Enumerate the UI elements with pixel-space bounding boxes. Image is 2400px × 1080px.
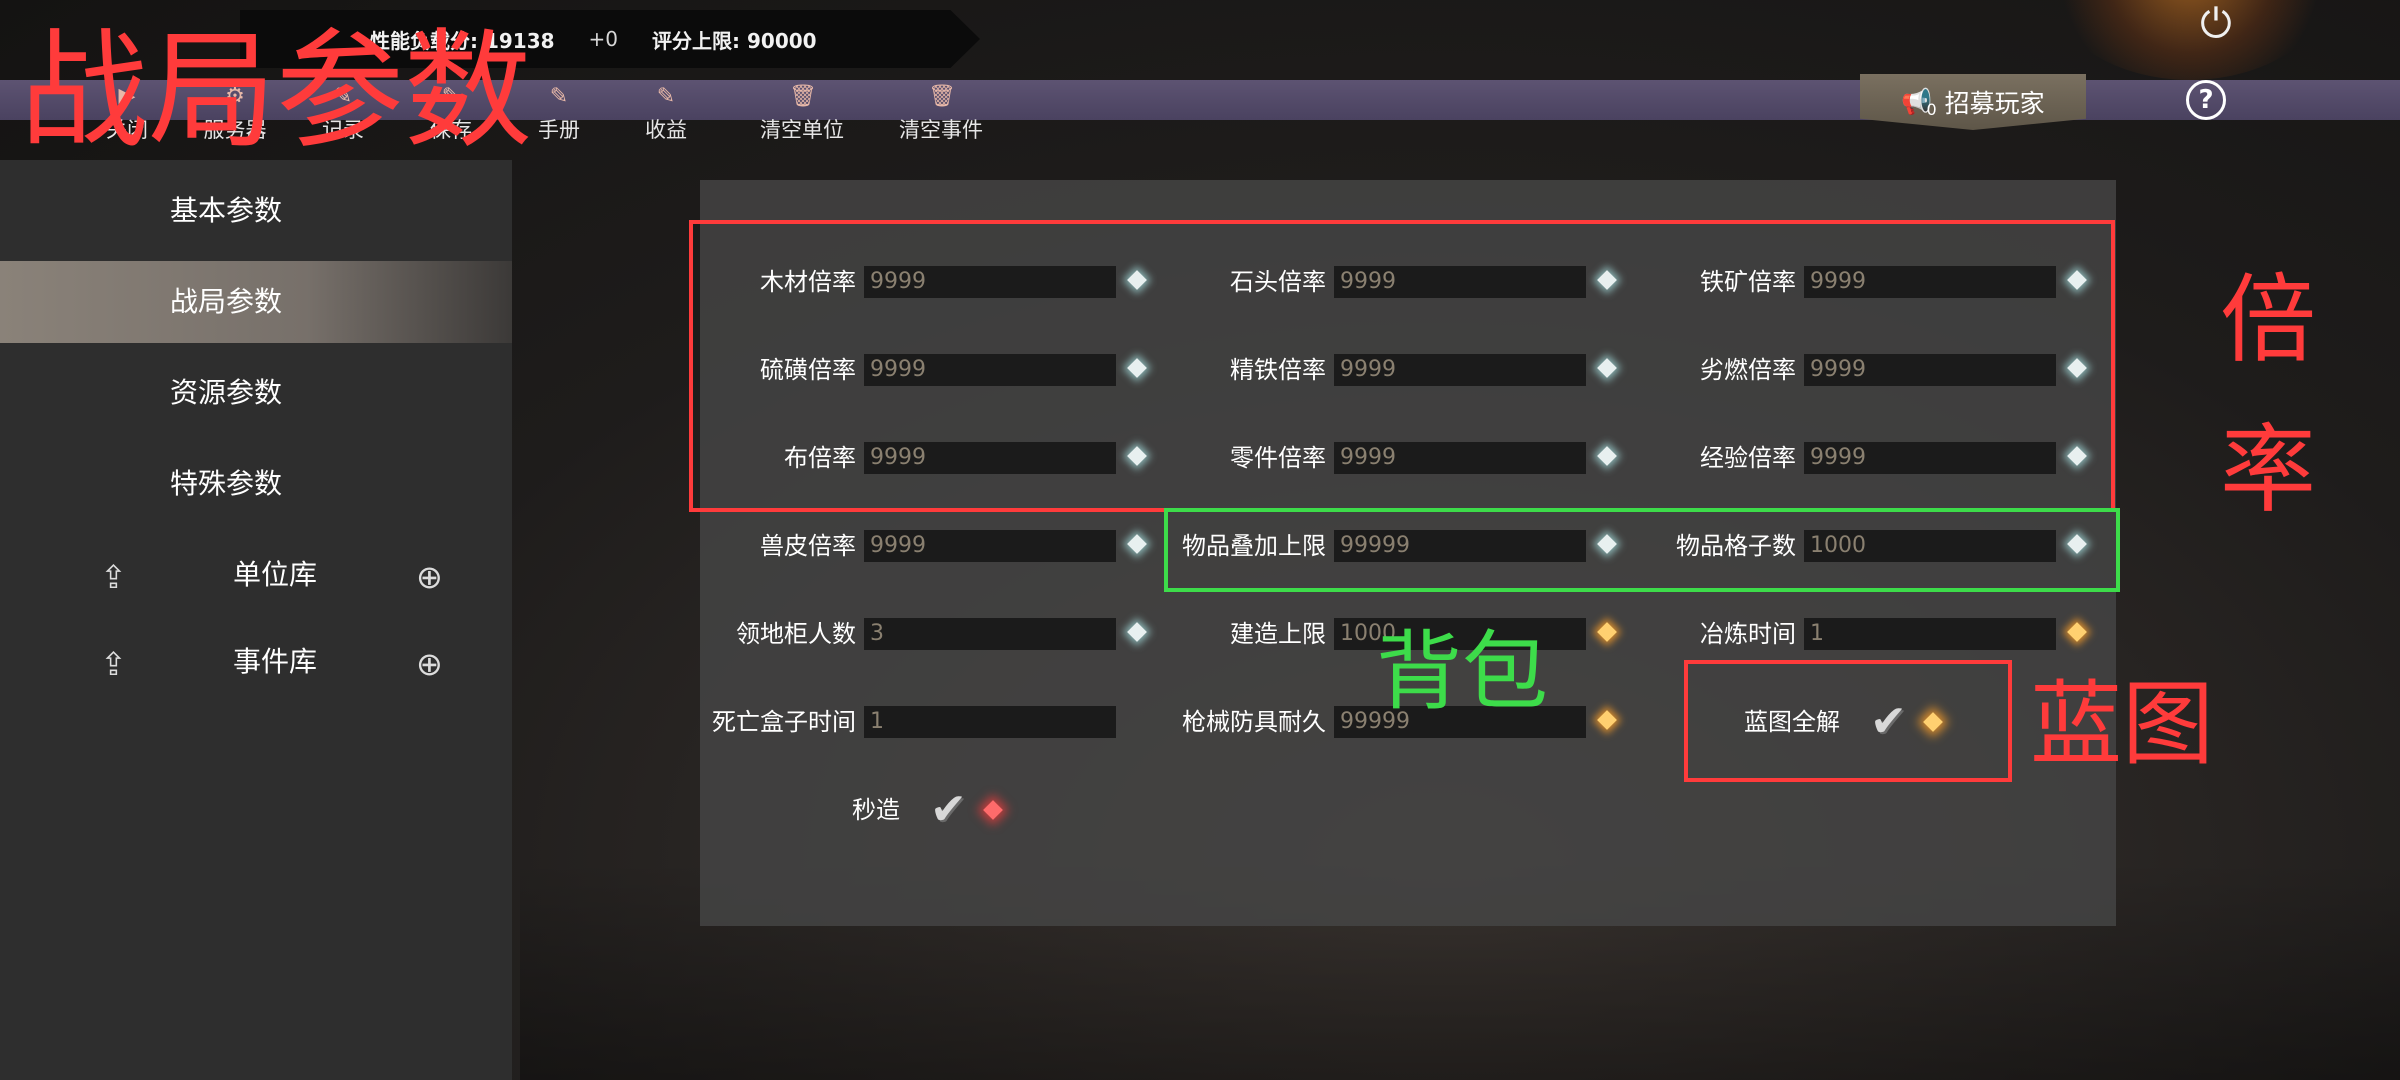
help-icon[interactable]: ? [2186, 80, 2226, 120]
annotation-multiplier-box [689, 220, 2115, 512]
annotation-backpack-box [1164, 508, 2120, 592]
power-icon[interactable]: ⏻ [2196, 4, 2236, 44]
check-label: 秒造 [852, 796, 900, 824]
export-icon[interactable]: ⇪ [100, 559, 136, 595]
sidebar-item-special[interactable]: 特殊参数 [0, 443, 512, 525]
export-icon[interactable]: ⇪ [100, 646, 136, 682]
performance-delta: +0 [588, 27, 619, 51]
annotation-backpack: 背包 [1376, 622, 1548, 722]
hide-rate-input[interactable] [864, 530, 1116, 562]
toolbar-label: 清空事件 [899, 118, 983, 142]
background-glow [2040, 0, 2340, 80]
smelt-time-input[interactable] [1804, 618, 2056, 650]
unit-library-row: ⇪ 单位库 ⊕ [0, 545, 512, 605]
toolbar-label: 清空单位 [760, 118, 844, 142]
annotation-blueprint: 蓝图 [2030, 671, 2215, 778]
add-folder-icon[interactable]: ⊕ [416, 646, 456, 682]
sidebar-item-basic[interactable]: 基本参数 [0, 170, 512, 252]
trash-icon: 🗑 [789, 84, 817, 109]
toolbar-clear-events-button[interactable]: 🗑 清空事件 [876, 84, 1006, 144]
field-label: 建造上限 [1230, 620, 1326, 648]
field-label: 领地柜人数 [736, 620, 856, 648]
toolbar-clear-units-button[interactable]: 🗑 清空单位 [737, 84, 867, 144]
sidebar-item-resource[interactable]: 资源参数 [0, 352, 512, 434]
checkmark-icon[interactable]: ✔ [930, 788, 982, 832]
sidebar-item-match[interactable]: 战局参数 [0, 261, 512, 343]
field-label: 兽皮倍率 [760, 532, 856, 560]
recruit-count: 0 [1926, 99, 1937, 119]
field-label: 枪械防具耐久 [1182, 708, 1326, 736]
score-limit: 评分上限: 90000 [652, 28, 817, 53]
trash-icon: 🗑 [928, 84, 956, 109]
event-library-row: ⇪ 事件库 ⊕ [0, 632, 512, 692]
cabinet-players-input[interactable] [864, 618, 1116, 650]
annotation-multiplier-2: 率 [2220, 414, 2316, 526]
recruit-label: 招募玩家 [1944, 89, 2045, 118]
field-label: 冶炼时间 [1700, 620, 1796, 648]
toolbar-label: 收益 [645, 118, 687, 142]
annotation-multiplier-1: 倍 [2220, 264, 2316, 376]
unit-library-label[interactable]: 单位库 [200, 545, 350, 605]
edit-icon: ✎ [656, 84, 676, 109]
field-label: 死亡盒子时间 [712, 708, 856, 736]
annotation-title: 战局参数 [20, 17, 533, 166]
annotation-blueprint-box [1684, 660, 2012, 782]
add-folder-icon[interactable]: ⊕ [416, 559, 456, 595]
death-box-time-input[interactable] [864, 706, 1116, 738]
toolbar-label: 手册 [538, 118, 580, 142]
event-library-label[interactable]: 事件库 [200, 632, 350, 692]
edit-icon: ✎ [549, 84, 569, 109]
recruit-players-button[interactable]: 📢 0 招募玩家 [1860, 74, 2086, 130]
toolbar-income-button[interactable]: ✎ 收益 [601, 84, 731, 144]
